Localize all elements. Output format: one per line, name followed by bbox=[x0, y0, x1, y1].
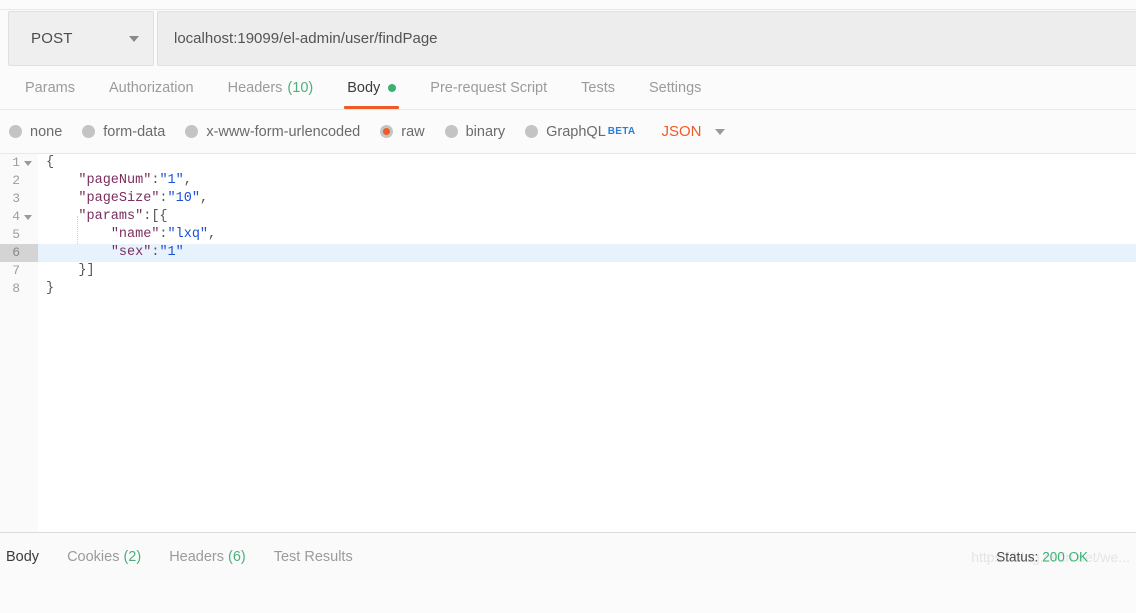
tab-headers-label: Headers bbox=[227, 79, 283, 96]
window-top-divider bbox=[0, 0, 1136, 10]
request-body-editor[interactable]: 1 { 2 "pageNum":"1", 3 "pageSize":"10", … bbox=[0, 154, 1136, 533]
code-line[interactable]: 7 }] bbox=[0, 262, 1136, 280]
tab-pre-request-script[interactable]: Pre-request Script bbox=[413, 66, 564, 109]
body-modified-dot-icon bbox=[388, 83, 397, 92]
body-type-graphql-label: GraphQL bbox=[546, 123, 606, 140]
tab-authorization[interactable]: Authorization bbox=[92, 66, 211, 109]
line-number-value: 2 bbox=[12, 173, 20, 188]
body-type-form-data[interactable]: form-data bbox=[82, 124, 165, 140]
body-type-form-data-label: form-data bbox=[103, 123, 166, 140]
line-number: 5 bbox=[0, 226, 38, 244]
response-tab-headers[interactable]: Headers (6) bbox=[155, 549, 260, 565]
line-number-value: 4 bbox=[12, 209, 20, 224]
code-line[interactable]: 1 { bbox=[0, 154, 1136, 172]
tab-pre-request-script-label: Pre-request Script bbox=[430, 79, 548, 96]
fold-arrow-icon[interactable] bbox=[24, 214, 32, 220]
line-number-value: 5 bbox=[12, 227, 20, 242]
radio-icon bbox=[9, 125, 22, 138]
tab-tests-label: Tests bbox=[581, 79, 615, 96]
tab-params[interactable]: Params bbox=[8, 66, 92, 109]
code-line-text: }] bbox=[78, 263, 95, 278]
tab-authorization-label: Authorization bbox=[108, 79, 194, 96]
tab-body-label: Body bbox=[347, 79, 381, 96]
code-line-active[interactable]: 6 "sex":"1" bbox=[0, 244, 1136, 262]
code-line[interactable]: 4 "params":[{ bbox=[0, 208, 1136, 226]
body-format-dropdown[interactable]: JSON bbox=[661, 123, 726, 140]
code-line-text: "name":"lxq", bbox=[110, 227, 217, 242]
body-type-raw[interactable]: raw bbox=[380, 123, 425, 140]
body-type-none-label: none bbox=[30, 123, 63, 140]
radio-icon bbox=[185, 125, 199, 138]
radio-icon bbox=[444, 125, 458, 138]
response-tab-cookies-count: (2) bbox=[123, 549, 142, 565]
status-badge: Status: 200 OK bbox=[996, 550, 1088, 565]
http-method-dropdown[interactable]: POST bbox=[8, 11, 154, 66]
line-number-value: 8 bbox=[12, 281, 20, 296]
radio-icon bbox=[525, 125, 539, 138]
request-tab-bar: Params Authorization Headers (10) Body P… bbox=[0, 66, 1136, 110]
line-number: 8 bbox=[0, 280, 38, 298]
status-value: 200 OK bbox=[1042, 549, 1088, 565]
body-type-selector: none form-data x-www-form-urlencoded raw… bbox=[0, 110, 1136, 154]
code-line[interactable]: 8 } bbox=[0, 280, 1136, 298]
beta-badge: BETA bbox=[607, 126, 636, 137]
line-number-value: 3 bbox=[12, 191, 20, 206]
tab-body-active-underline bbox=[344, 106, 400, 109]
body-type-binary-label: binary bbox=[465, 123, 506, 140]
request-url-bar: POST localhost:19099/el-admin/user/findP… bbox=[0, 10, 1136, 66]
line-number-value: 7 bbox=[12, 263, 20, 278]
tab-settings[interactable]: Settings bbox=[632, 66, 718, 109]
response-tab-headers-label: Headers bbox=[169, 549, 224, 565]
body-type-none[interactable]: none bbox=[9, 124, 62, 140]
code-line-text: "pageSize":"10", bbox=[78, 191, 209, 206]
line-number: 7 bbox=[0, 262, 38, 280]
body-type-raw-label: raw bbox=[401, 123, 425, 140]
body-type-binary[interactable]: binary bbox=[444, 123, 506, 140]
response-tab-test-results-label: Test Results bbox=[273, 549, 353, 565]
response-tab-body-label: Body bbox=[6, 549, 40, 565]
chevron-down-icon bbox=[715, 128, 726, 135]
response-tab-cookies[interactable]: Cookies (2) bbox=[53, 549, 155, 565]
code-line-text: "pageNum":"1", bbox=[78, 173, 192, 188]
line-number: 3 bbox=[0, 190, 38, 208]
tab-settings-label: Settings bbox=[648, 79, 702, 96]
radio-selected-icon bbox=[380, 125, 394, 138]
tab-headers-count: (10) bbox=[287, 79, 314, 96]
line-number: 1 bbox=[0, 154, 38, 172]
code-line-text: } bbox=[46, 281, 55, 296]
code-line-text: "params":[{ bbox=[78, 209, 168, 224]
tab-headers[interactable]: Headers (10) bbox=[211, 66, 331, 109]
http-method-label: POST bbox=[31, 30, 73, 47]
code-line[interactable]: 5 "name":"lxq", bbox=[0, 226, 1136, 244]
tab-params-label: Params bbox=[25, 79, 75, 96]
body-type-urlencoded-label: x-www-form-urlencoded bbox=[206, 123, 361, 140]
code-line[interactable]: 3 "pageSize":"10", bbox=[0, 190, 1136, 208]
fold-arrow-icon[interactable] bbox=[24, 160, 32, 166]
code-line-text: { bbox=[46, 155, 55, 170]
response-tab-bar: Body Cookies (2) Headers (6) Test Results bbox=[0, 549, 367, 565]
tab-body[interactable]: Body bbox=[330, 66, 413, 109]
chevron-down-icon bbox=[129, 35, 139, 42]
line-number: 2 bbox=[0, 172, 38, 190]
line-number: 4 bbox=[0, 208, 38, 226]
line-number: 6 bbox=[0, 244, 38, 262]
tab-tests[interactable]: Tests bbox=[564, 66, 632, 109]
response-tab-headers-count: (6) bbox=[228, 549, 246, 565]
line-number-value: 6 bbox=[12, 245, 20, 260]
line-number-value: 1 bbox=[12, 155, 20, 170]
editor-code-area[interactable]: 1 { 2 "pageNum":"1", 3 "pageSize":"10", … bbox=[0, 154, 1136, 532]
response-tab-cookies-label: Cookies bbox=[67, 549, 120, 565]
status-label: Status: bbox=[996, 549, 1039, 565]
request-url-input[interactable]: localhost:19099/el-admin/user/findPage bbox=[157, 11, 1136, 66]
response-bar: Body Cookies (2) Headers (6) Test Results … bbox=[0, 533, 1136, 581]
body-type-graphql[interactable]: GraphQL BETA bbox=[525, 124, 635, 140]
response-tab-body[interactable]: Body bbox=[0, 549, 53, 565]
response-tab-test-results[interactable]: Test Results bbox=[260, 549, 367, 565]
code-line[interactable]: 2 "pageNum":"1", bbox=[0, 172, 1136, 190]
body-format-label: JSON bbox=[661, 123, 702, 140]
code-line-text: "sex":"1" bbox=[110, 245, 184, 260]
body-type-urlencoded[interactable]: x-www-form-urlencoded bbox=[185, 124, 360, 140]
request-url-value: localhost:19099/el-admin/user/findPage bbox=[174, 30, 438, 47]
radio-icon bbox=[82, 125, 96, 138]
